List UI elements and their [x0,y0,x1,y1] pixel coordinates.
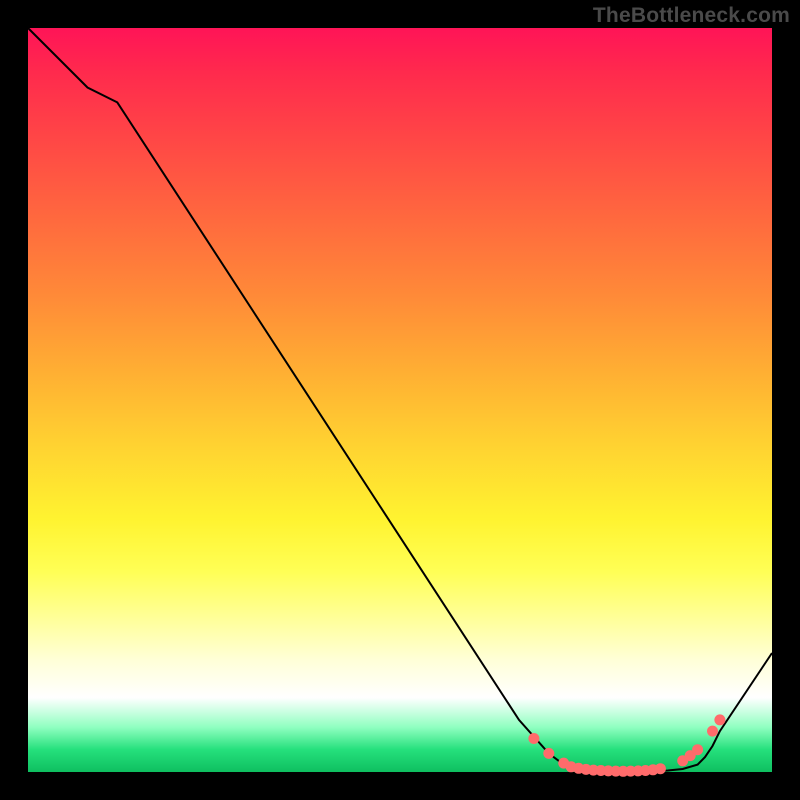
chart-frame: TheBottleneck.com [0,0,800,800]
chart-svg [28,28,772,772]
marker-dot [714,714,725,725]
marker-dot [543,748,554,759]
marker-group [528,714,725,776]
marker-dot [528,733,539,744]
watermark-text: TheBottleneck.com [593,4,790,28]
marker-dot [655,763,666,774]
marker-dot [692,744,703,755]
line-series [28,28,772,771]
marker-dot [707,726,718,737]
plot-area [28,28,772,772]
